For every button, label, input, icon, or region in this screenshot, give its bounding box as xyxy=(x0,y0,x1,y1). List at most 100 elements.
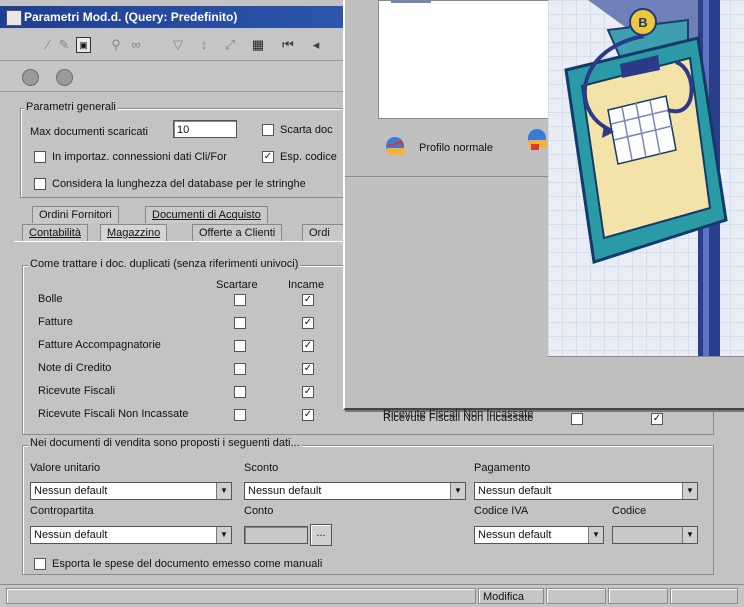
valore-select[interactable]: Nessun default ▼ xyxy=(30,482,232,500)
duplicate-row-label: Note di Credito xyxy=(38,362,112,374)
incame-checkbox[interactable]: ✓ xyxy=(302,409,314,421)
scartare-checkbox[interactable] xyxy=(234,340,246,352)
chevron-down-icon[interactable]: ▼ xyxy=(588,527,603,543)
contropartita-select[interactable]: Nessun default ▼ xyxy=(30,526,232,544)
wizard-illustration: B xyxy=(548,0,744,356)
duplicate-row-label: Ricevute Fiscali xyxy=(38,385,116,397)
esp-checkbox[interactable]: ✓ xyxy=(262,151,274,163)
esporta-label: Esporta le spese del documento emesso co… xyxy=(52,558,323,570)
scartare-checkbox[interactable] xyxy=(234,294,246,306)
back-icon[interactable] xyxy=(22,69,39,86)
scartare-checkbox[interactable] xyxy=(234,317,246,329)
chevron-down-icon[interactable]: ▼ xyxy=(216,527,231,543)
incame-checkbox[interactable]: ✓ xyxy=(302,363,314,375)
prev-record-icon[interactable]: ◂ xyxy=(308,37,324,53)
scartare-checkbox[interactable] xyxy=(234,363,246,375)
profile-icon-2[interactable] xyxy=(525,126,547,152)
save-icon[interactable]: ▣ xyxy=(76,37,91,53)
list-selection xyxy=(391,1,431,3)
bg-row-text: Ricevute Fiscali Non Incassate xyxy=(383,412,534,424)
first-record-icon[interactable]: ⏮ xyxy=(280,37,296,53)
general-params-label: Parametri generali xyxy=(24,101,118,113)
pen-icon[interactable]: ✎ xyxy=(56,37,72,53)
status-mode: Modifica xyxy=(478,588,544,604)
length-label: Considera la lunghezza del database per … xyxy=(52,178,306,190)
conto-input[interactable] xyxy=(244,526,308,544)
chevron-down-icon[interactable]: ▼ xyxy=(216,483,231,499)
pagamento-value: Nessun default xyxy=(478,485,552,497)
codice-select[interactable]: ▼ xyxy=(612,526,698,544)
tab-label: Magazzino xyxy=(107,227,161,239)
zoom-icon[interactable]: ⚲ xyxy=(108,37,124,53)
pagamento-label: Pagamento xyxy=(474,462,531,474)
duplicate-row-label: Fatture Accompagnatorie xyxy=(38,339,161,351)
tab-label: Contabilità xyxy=(29,227,81,239)
chevron-down-icon[interactable]: ▼ xyxy=(450,483,465,499)
separator-icon: ⁄ xyxy=(46,37,50,52)
sort-icon[interactable]: ↕ xyxy=(196,37,212,53)
max-docs-label: Max documenti scaricati xyxy=(30,126,148,138)
status-cell xyxy=(670,588,738,604)
codice-iva-label: Codice IVA xyxy=(474,505,529,517)
sales-group xyxy=(22,445,714,575)
scartare-checkbox[interactable] xyxy=(234,409,246,421)
profile-label[interactable]: Profilo normale xyxy=(419,142,493,154)
codice-iva-select[interactable]: Nessun default ▼ xyxy=(474,526,604,544)
incame-checkbox[interactable]: ✓ xyxy=(302,317,314,329)
sconto-label: Sconto xyxy=(244,462,279,474)
tab-label: Offerte a Clienti xyxy=(199,227,276,239)
tab-label: Documenti di Acquisto xyxy=(152,209,261,221)
tab-label: Ordi xyxy=(309,227,330,239)
esporta-checkbox[interactable] xyxy=(34,558,46,570)
tab-contabilita[interactable]: Contabilità xyxy=(22,224,88,241)
pagamento-select[interactable]: Nessun default ▼ xyxy=(474,482,698,500)
bg-checkbox[interactable]: ✓ xyxy=(651,413,663,425)
window-title: Parametri Mod.d. (Query: Predefinito) xyxy=(24,10,238,24)
import-label: In importaz. connessioni dati Cli/For xyxy=(52,151,227,163)
forward-icon[interactable] xyxy=(56,69,73,86)
scarta-label: Scarta doc xyxy=(280,124,333,136)
bg-checkbox[interactable] xyxy=(571,413,583,425)
profile-list[interactable] xyxy=(378,0,550,119)
scarta-checkbox[interactable] xyxy=(262,124,274,136)
incame-checkbox[interactable]: ✓ xyxy=(302,294,314,306)
conto-browse-button[interactable]: ... xyxy=(310,524,332,546)
tab-ordini[interactable]: Ordi xyxy=(302,224,346,241)
dialog-footer-line xyxy=(548,356,744,357)
contropartita-label: Contropartita xyxy=(30,505,94,517)
tab-magazzino[interactable]: Magazzino xyxy=(100,224,168,241)
profile-icon[interactable] xyxy=(385,136,407,158)
background-row: Ricevute Fiscali Non Incassate ✓ xyxy=(345,410,710,432)
sconto-value: Nessun default xyxy=(248,485,322,497)
chevron-down-icon[interactable]: ▼ xyxy=(682,483,697,499)
profile-dialog: Profilo normale B Ricevute Fiscali Non I… xyxy=(343,0,744,420)
codice-iva-value: Nessun default xyxy=(478,529,552,541)
chevron-down-icon[interactable]: ▼ xyxy=(682,527,697,543)
status-cell xyxy=(546,588,606,604)
status-cell-main xyxy=(6,588,476,604)
duplicate-row-label: Bolle xyxy=(38,293,63,305)
incame-checkbox[interactable]: ✓ xyxy=(302,386,314,398)
grid-icon[interactable]: ▦ xyxy=(250,37,266,53)
incame-checkbox[interactable]: ✓ xyxy=(302,340,314,352)
duplicate-row-label: Ricevute Fiscali Non Incassate xyxy=(38,408,189,420)
tab-ordini-fornitori[interactable]: Ordini Fornitori xyxy=(32,206,119,223)
codice-label: Codice xyxy=(612,505,647,517)
scartare-checkbox[interactable] xyxy=(234,386,246,398)
contropartita-value: Nessun default xyxy=(34,529,108,541)
length-checkbox[interactable] xyxy=(34,178,46,190)
edit-filter-icon[interactable]: ⤢ xyxy=(222,37,238,53)
tab-offerte-clienti[interactable]: Offerte a Clienti xyxy=(192,224,283,241)
valore-label: Valore unitario xyxy=(30,462,101,474)
sales-label: Nei documenti di vendita sono proposti i… xyxy=(28,437,302,449)
import-checkbox[interactable] xyxy=(34,151,46,163)
filter-icon[interactable]: ▽ xyxy=(170,37,186,53)
max-docs-input[interactable]: 10 xyxy=(173,120,237,138)
binoculars-icon[interactable]: ∞ xyxy=(128,37,144,53)
status-cell xyxy=(608,588,668,604)
valore-value: Nessun default xyxy=(34,485,108,497)
badge-letter: B xyxy=(638,15,647,30)
sconto-select[interactable]: Nessun default ▼ xyxy=(244,482,466,500)
tab-documenti-acquisto[interactable]: Documenti di Acquisto xyxy=(145,206,268,223)
col-incame: Incame xyxy=(288,279,325,291)
